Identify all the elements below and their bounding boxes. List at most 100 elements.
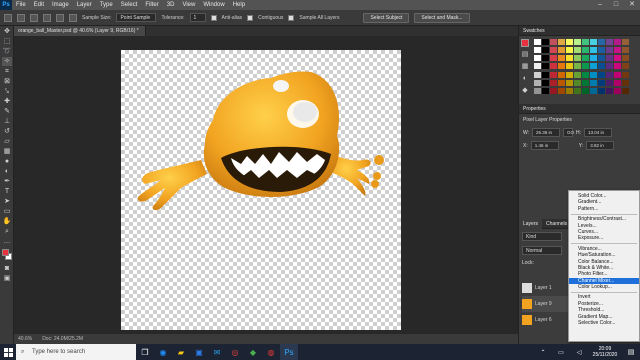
history-brush-tool-icon[interactable]: ↺ (2, 127, 12, 136)
color-swatch[interactable] (614, 55, 621, 62)
color-swatch[interactable] (598, 71, 605, 78)
menu-filter[interactable]: Filter (141, 2, 162, 8)
start-button[interactable] (0, 344, 16, 360)
maximize-button[interactable]: □ (608, 0, 624, 10)
menu-layer[interactable]: Layer (73, 2, 96, 8)
magic-wand-tool-icon[interactable]: ✧ (2, 57, 12, 66)
color-swatch[interactable] (566, 71, 573, 78)
color-swatch[interactable] (614, 63, 621, 70)
gradient-tool-icon[interactable]: ▦ (2, 147, 12, 156)
menu-window[interactable]: Window (199, 2, 228, 8)
color-swatch[interactable] (606, 87, 613, 94)
color-swatch[interactable] (622, 39, 629, 45)
color-swatch[interactable] (534, 47, 541, 54)
swatch-grid[interactable] (534, 39, 629, 95)
eraser-tool-icon[interactable]: ▱ (2, 137, 12, 146)
color-swatch[interactable] (606, 39, 613, 45)
color-swatch[interactable] (582, 39, 589, 45)
color-swatch[interactable] (598, 47, 605, 54)
menu-item-selective-color[interactable]: Selective Color... (569, 320, 639, 326)
app-icon[interactable]: ◆ (244, 344, 262, 360)
tray-chevron-icon[interactable]: ⌃ (534, 344, 552, 360)
system-clock[interactable]: 20:09 25/11/2020 (588, 346, 622, 358)
swatch-style-icon[interactable]: ◆ (521, 86, 529, 95)
marquee-tool-icon[interactable]: ⬚ (2, 37, 12, 46)
color-swatch[interactable] (550, 79, 557, 86)
color-swatch[interactable] (582, 47, 589, 54)
menu-item-color-lookup[interactable]: Color Lookup... (569, 284, 639, 290)
volume-icon[interactable]: ◁ (570, 344, 588, 360)
select-and-mask-button[interactable]: Select and Mask... (414, 12, 470, 23)
color-swatch[interactable] (582, 87, 589, 94)
color-swatch[interactable] (542, 47, 549, 54)
media-app-icon[interactable]: ◍ (262, 344, 280, 360)
color-swatch[interactable] (574, 47, 581, 54)
menu-view[interactable]: View (178, 2, 199, 8)
layer-row[interactable]: Layer 6 (522, 312, 568, 328)
color-swatch[interactable] (550, 87, 557, 94)
height-input[interactable]: 13.04 in (584, 128, 613, 137)
menu-help[interactable]: Help (229, 2, 249, 8)
zoom-tool-icon[interactable]: ⌕ (2, 227, 12, 236)
color-swatch[interactable] (566, 79, 573, 86)
lasso-tool-icon[interactable]: ➰ (2, 47, 12, 56)
color-swatch[interactable] (622, 87, 629, 94)
color-swatch[interactable] (574, 39, 581, 45)
color-swatch[interactable] (550, 55, 557, 62)
brush-tool-icon[interactable]: ✎ (2, 107, 12, 116)
color-swatch[interactable] (574, 79, 581, 86)
swatch-folder-icon[interactable]: ▤ (521, 50, 529, 59)
shape-tool-icon[interactable]: ▭ (2, 207, 12, 216)
chrome-icon[interactable]: ◎ (226, 344, 244, 360)
channels-tab[interactable]: Channels (542, 219, 571, 229)
swatch-adjust-icon[interactable]: ◐ (521, 74, 529, 83)
color-swatch[interactable] (582, 63, 589, 70)
properties-tab[interactable]: Properties (519, 104, 550, 114)
color-swatch[interactable] (582, 55, 589, 62)
color-swatch[interactable] (614, 47, 621, 54)
color-swatch[interactable] (582, 71, 589, 78)
color-swatch[interactable] (558, 79, 565, 86)
healing-brush-tool-icon[interactable]: ✚ (2, 97, 12, 106)
x-input[interactable]: 1.46 in (530, 141, 559, 150)
foreground-color-swatch[interactable] (2, 249, 9, 256)
color-swatch[interactable] (542, 55, 549, 62)
color-swatch[interactable] (550, 47, 557, 54)
photoshop-taskbar-icon[interactable]: Ps (280, 344, 298, 360)
magic-wand-preset-icon[interactable] (17, 13, 25, 22)
color-swatch[interactable] (558, 63, 565, 70)
intersect-selection-icon[interactable] (69, 13, 77, 22)
color-swatch[interactable] (534, 79, 541, 86)
color-swatch[interactable] (534, 63, 541, 70)
blend-mode-select[interactable]: Normal (522, 246, 562, 255)
sample-all-layers-checkbox[interactable] (288, 14, 295, 21)
color-swatch[interactable] (558, 39, 565, 45)
menu-3d[interactable]: 3D (163, 2, 179, 8)
color-swatch[interactable] (566, 39, 573, 45)
layers-tab[interactable]: Layers (519, 218, 543, 229)
color-swatch[interactable] (622, 63, 629, 70)
sample-size-select[interactable]: Point Sample (116, 13, 157, 22)
color-swatch[interactable] (614, 87, 621, 94)
close-button[interactable]: ✕ (624, 0, 640, 10)
color-swatch[interactable] (574, 63, 581, 70)
color-swatch[interactable] (558, 47, 565, 54)
color-swatches[interactable] (0, 247, 14, 263)
home-icon[interactable] (4, 13, 12, 22)
select-subject-button[interactable]: Select Subject (363, 12, 410, 23)
color-swatch[interactable] (558, 55, 565, 62)
layer-row[interactable]: Layer 1 (522, 280, 568, 296)
swatches-tab[interactable]: Swatches (519, 26, 549, 36)
color-swatch[interactable] (542, 63, 549, 70)
color-swatch[interactable] (622, 79, 629, 86)
color-swatch[interactable] (598, 55, 605, 62)
color-swatch[interactable] (606, 63, 613, 70)
color-swatch[interactable] (574, 87, 581, 94)
color-swatch[interactable] (542, 39, 549, 45)
hand-tool-icon[interactable]: ✋ (2, 217, 12, 226)
task-view-icon[interactable]: ❐ (136, 344, 154, 360)
color-swatch[interactable] (534, 55, 541, 62)
color-swatch[interactable] (614, 71, 621, 78)
mail-icon[interactable]: ✉ (208, 344, 226, 360)
more-tools-icon[interactable]: … (2, 237, 12, 246)
